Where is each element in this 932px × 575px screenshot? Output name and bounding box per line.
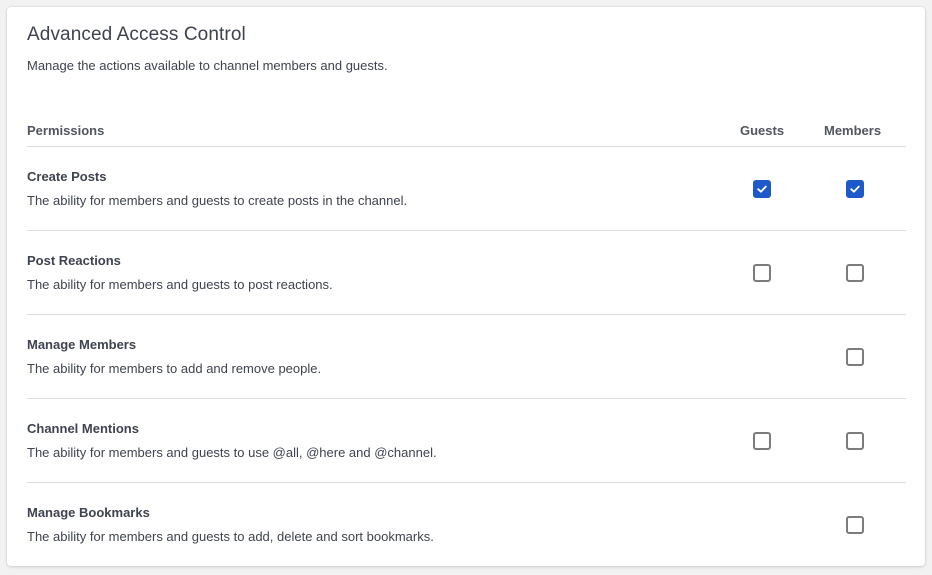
guests-checkbox[interactable] <box>753 180 771 198</box>
members-column-header: Members <box>824 123 882 138</box>
permission-description: The ability for members and guests to cr… <box>27 193 408 208</box>
guests-column-header: Guests <box>740 123 785 138</box>
members-checkbox[interactable] <box>846 180 864 198</box>
permission-description: The ability for members and guests to us… <box>27 445 437 460</box>
permissions-column-header: Permissions <box>27 123 105 138</box>
permission-description: The ability for members and guests to po… <box>27 277 333 292</box>
permission-name: Channel Mentions <box>27 421 139 436</box>
checkmark-icon <box>757 185 767 193</box>
permission-name: Manage Bookmarks <box>27 505 150 520</box>
checkmark-icon <box>850 185 860 193</box>
members-checkbox[interactable] <box>846 348 864 366</box>
permission-row-manage-bookmarks: Manage Bookmarks The ability for members… <box>27 483 906 566</box>
guests-checkbox[interactable] <box>753 432 771 450</box>
members-checkbox[interactable] <box>846 264 864 282</box>
permission-description: The ability for members to add and remov… <box>27 361 322 376</box>
permission-row-post-reactions: Post Reactions The ability for members a… <box>27 231 906 315</box>
permission-name: Create Posts <box>27 169 107 184</box>
page-subtitle: Manage the actions available to channel … <box>27 58 388 73</box>
page-title: Advanced Access Control <box>27 24 246 45</box>
permissions-table-header: Permissions Guests Members <box>27 118 906 147</box>
permission-row-create-posts: Create Posts The ability for members and… <box>27 147 906 231</box>
guests-checkbox[interactable] <box>753 264 771 282</box>
permission-name: Post Reactions <box>27 253 121 268</box>
advanced-access-control-panel: Advanced Access Control Manage the actio… <box>7 7 925 566</box>
permission-name: Manage Members <box>27 337 137 352</box>
permission-row-channel-mentions: Channel Mentions The ability for members… <box>27 399 906 483</box>
permission-description: The ability for members and guests to ad… <box>27 529 434 544</box>
members-checkbox[interactable] <box>846 516 864 534</box>
members-checkbox[interactable] <box>846 432 864 450</box>
permissions-table: Permissions Guests Members Create Posts … <box>27 118 906 566</box>
permission-row-manage-members: Manage Members The ability for members t… <box>27 315 906 399</box>
